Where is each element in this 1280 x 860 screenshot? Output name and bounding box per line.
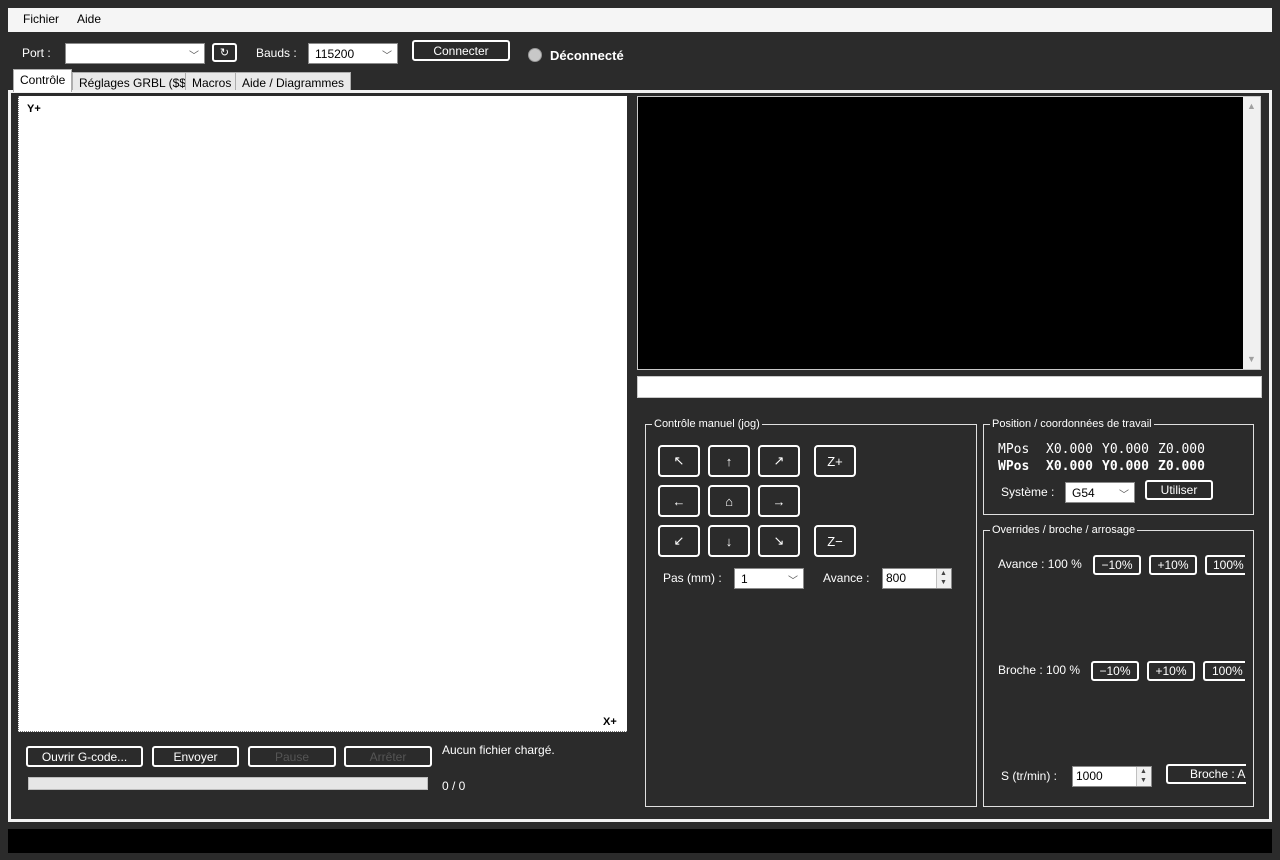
arrow-up-icon: ↑ xyxy=(725,453,733,469)
arrow-up-left-icon: ↖ xyxy=(673,453,685,468)
home-icon: ⌂ xyxy=(725,493,733,509)
baud-select[interactable]: 115200 ﹀ xyxy=(308,43,398,64)
spinner-buttons[interactable]: ▲ ▼ xyxy=(1136,767,1151,786)
serial-console[interactable] xyxy=(637,96,1261,370)
spindle-override-minus-button[interactable]: −10% xyxy=(1091,661,1139,681)
wpos-z: Z0.000 xyxy=(1158,459,1205,474)
system-value: G54 xyxy=(1072,486,1095,500)
jog-home-button[interactable]: ⌂ xyxy=(708,485,750,517)
mpos-y: Y0.000 xyxy=(1102,442,1149,457)
spindle-override-label: Broche : 100 % xyxy=(998,663,1081,677)
feed-override-plus-button[interactable]: +10% xyxy=(1149,555,1197,575)
spindle-speed-value: 1000 xyxy=(1076,769,1103,783)
toolpath-canvas[interactable]: Y+ X+ xyxy=(18,96,627,732)
spindle-speed-label: S (tr/min) : xyxy=(1001,769,1057,783)
spin-up-icon[interactable]: ▲ xyxy=(940,570,947,577)
mpos-x: X0.000 xyxy=(1046,442,1093,457)
tab-macros[interactable]: Macros xyxy=(185,72,239,92)
spindle-speed-spinbox[interactable]: 1000 ▲ ▼ xyxy=(1072,766,1152,787)
wpos-x: X0.000 xyxy=(1046,459,1093,474)
spindle-toggle-button[interactable]: Broche : A xyxy=(1166,764,1246,784)
mpos-z: Z0.000 xyxy=(1158,442,1205,457)
tab-controle[interactable]: Contrôle xyxy=(13,69,73,92)
arrow-down-right-icon: ↘ xyxy=(773,533,785,548)
jog-up-left-button[interactable]: ↖ xyxy=(658,445,700,477)
arrow-up-right-icon: ↗ xyxy=(773,453,785,468)
spin-up-icon[interactable]: ▲ xyxy=(1140,768,1147,775)
wpos-label: WPos xyxy=(998,459,1030,474)
stop-button[interactable]: Arrêter xyxy=(344,746,432,767)
arrow-right-icon: → xyxy=(772,493,786,509)
jog-down-left-button[interactable]: ↙ xyxy=(658,525,700,557)
overrides-group-title: Overrides / broche / arrosage xyxy=(990,524,1138,536)
connect-button[interactable]: Connecter xyxy=(412,40,510,61)
connection-status-text: Déconnecté xyxy=(550,48,624,63)
tab-help-diagrams[interactable]: Aide / Diagrammes xyxy=(235,72,352,92)
chevron-down-icon: ﹀ xyxy=(788,576,798,587)
refresh-ports-button[interactable]: ↻ xyxy=(212,43,237,62)
jog-up-right-button[interactable]: ↗ xyxy=(758,445,800,477)
spinner-buttons[interactable]: ▲ ▼ xyxy=(936,569,951,588)
system-label: Système : xyxy=(1001,485,1055,499)
spin-down-icon[interactable]: ▼ xyxy=(940,579,947,586)
feed-override-minus-button[interactable]: −10% xyxy=(1093,555,1141,575)
arrow-down-left-icon: ↙ xyxy=(673,533,685,548)
jog-z-minus-button[interactable]: Z− xyxy=(814,525,856,557)
jog-group-title: Contrôle manuel (jog) xyxy=(652,418,762,430)
command-value xyxy=(638,377,1261,383)
file-status-text: Aucun fichier chargé. xyxy=(442,743,555,757)
y-axis-label: Y+ xyxy=(27,103,41,115)
feed-label: Avance : xyxy=(823,571,870,585)
spindle-override-plus-button[interactable]: +10% xyxy=(1147,661,1195,681)
step-label: Pas (mm) : xyxy=(663,571,722,585)
chevron-down-icon: ﹀ xyxy=(1119,490,1129,501)
port-select[interactable]: ﹀ xyxy=(65,43,205,64)
jog-up-button[interactable]: ↑ xyxy=(708,445,750,477)
command-input[interactable] xyxy=(637,376,1262,398)
jog-down-right-button[interactable]: ↘ xyxy=(758,525,800,557)
feed-override-reset-button[interactable]: 100% xyxy=(1205,555,1245,575)
baud-value: 115200 xyxy=(315,47,355,61)
menu-bar: Fichier Aide xyxy=(8,8,1272,32)
jog-z-plus-button[interactable]: Z+ xyxy=(814,445,856,477)
jog-right-button[interactable]: → xyxy=(758,485,800,517)
mpos-label: MPos xyxy=(998,442,1030,457)
feed-override-label: Avance : 100 % xyxy=(998,557,1082,571)
baud-label: Bauds : xyxy=(256,46,297,60)
x-axis-label: X+ xyxy=(603,716,617,728)
port-label: Port : xyxy=(22,46,51,60)
feed-value: 800 xyxy=(886,571,907,585)
spindle-override-reset-button[interactable]: 100% xyxy=(1203,661,1245,681)
progress-text: 0 / 0 xyxy=(442,779,466,793)
tab-grbl-settings[interactable]: Réglages GRBL ($$) xyxy=(72,72,197,92)
spin-down-icon[interactable]: ▼ xyxy=(1140,777,1147,784)
send-button[interactable]: Envoyer xyxy=(152,746,239,767)
step-select[interactable]: 1 ﹀ xyxy=(734,568,804,589)
status-bar xyxy=(8,829,1272,853)
connection-status-indicator xyxy=(528,48,542,62)
console-scrollbar[interactable]: ▲ ▼ xyxy=(1243,97,1260,369)
position-group-title: Position / coordonnées de travail xyxy=(990,418,1154,430)
jog-group xyxy=(645,424,977,807)
send-progress-bar xyxy=(28,777,428,790)
arrow-down-icon: ↓ xyxy=(725,533,733,549)
jog-down-button[interactable]: ↓ xyxy=(708,525,750,557)
step-value: 1 xyxy=(741,572,748,586)
refresh-icon: ↻ xyxy=(219,47,230,59)
feed-spinbox[interactable]: 800 ▲ ▼ xyxy=(882,568,952,589)
menu-file[interactable]: Fichier xyxy=(23,12,59,26)
scroll-down-icon[interactable]: ▼ xyxy=(1247,354,1256,364)
open-gcode-button[interactable]: Ouvrir G-code... xyxy=(26,746,143,767)
arrow-left-icon: ← xyxy=(672,493,686,509)
wpos-y: Y0.000 xyxy=(1102,459,1149,474)
chevron-down-icon: ﹀ xyxy=(382,51,392,62)
coordinate-system-select[interactable]: G54 ﹀ xyxy=(1065,482,1135,503)
chevron-down-icon: ﹀ xyxy=(189,51,199,62)
pause-button[interactable]: Pause xyxy=(248,746,336,767)
menu-help[interactable]: Aide xyxy=(77,12,101,26)
scroll-up-icon[interactable]: ▲ xyxy=(1247,101,1256,111)
use-coordinate-system-button[interactable]: Utiliser xyxy=(1145,480,1213,500)
jog-left-button[interactable]: ← xyxy=(658,485,700,517)
